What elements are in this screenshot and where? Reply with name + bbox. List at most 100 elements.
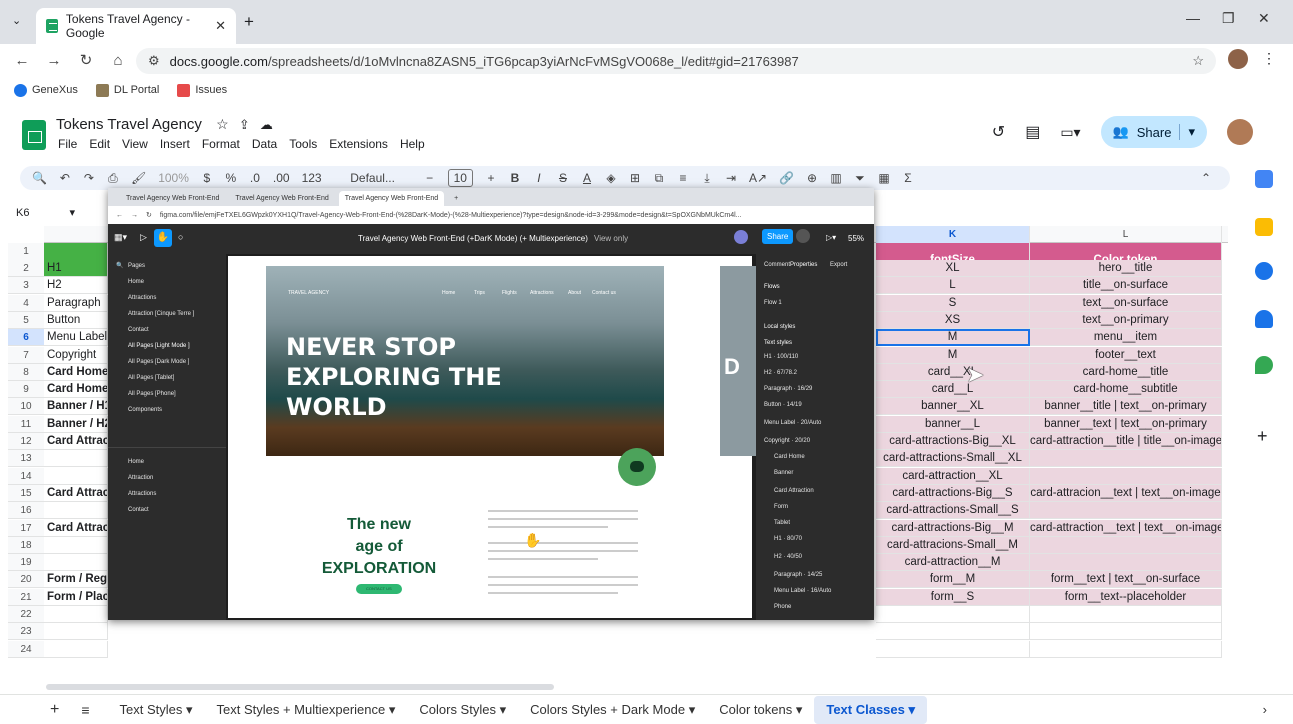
collapse-toolbar-icon[interactable]: ⌃ <box>1200 171 1212 185</box>
font-size-decrease-icon[interactable]: − <box>424 171 436 185</box>
figma-share-button[interactable]: Share <box>762 229 794 244</box>
figma-canvas[interactable]: TRAVEL AGENCY Home Trips Flights Attract… <box>226 254 756 620</box>
row-header[interactable]: 18 <box>8 537 44 554</box>
cell-font-size[interactable]: M <box>876 329 1030 346</box>
cell-color-token[interactable]: footer__text <box>1030 347 1222 364</box>
figma-back-icon[interactable]: ← <box>116 212 123 219</box>
page-item[interactable]: Home <box>128 279 144 285</box>
cell-a[interactable]: Form / Place <box>44 589 108 606</box>
row-header[interactable]: 8 <box>8 364 44 381</box>
cell-a[interactable] <box>44 537 108 554</box>
reload-icon[interactable]: ↻ <box>70 51 102 69</box>
cell-color-token[interactable]: card-attraction__text | text__on-image <box>1030 520 1222 537</box>
cell-color-token[interactable]: card-attracion__text | text__on-image <box>1030 485 1222 502</box>
font-select[interactable]: Defaul... <box>334 171 412 185</box>
layer-item[interactable]: Attraction <box>128 475 153 481</box>
filter-views-icon[interactable]: ▦ <box>878 171 890 185</box>
menu-tools[interactable]: Tools <box>289 137 317 151</box>
row-header[interactable]: 17 <box>8 520 44 537</box>
figma-avatar[interactable] <box>734 230 748 244</box>
font-size-increase-icon[interactable]: + <box>485 171 497 185</box>
menu-help[interactable]: Help <box>400 137 425 151</box>
cell-a[interactable]: Copyright <box>44 347 108 364</box>
cell-color-token[interactable]: banner__title | text__on-primary <box>1030 398 1222 415</box>
address-bar[interactable]: ⚙ docs.google.com/spreadsheets/d/1oMvlnc… <box>136 48 1216 74</box>
row-header[interactable]: 3 <box>8 277 44 294</box>
search-menus-icon[interactable]: 🔍 <box>32 171 47 185</box>
style-group[interactable]: Tablet <box>774 520 790 526</box>
calendar-icon[interactable] <box>1255 170 1273 188</box>
scroll-tabs-right-icon[interactable]: › <box>1263 702 1267 717</box>
row-header[interactable]: 14 <box>8 468 44 485</box>
star-icon[interactable]: ☆ <box>216 116 229 132</box>
cell-a[interactable]: Form / Regu <box>44 571 108 588</box>
print-icon[interactable]: ⎙ <box>107 171 119 186</box>
cell-font-size[interactable]: card-attractions-Small__S <box>876 502 1030 519</box>
text-color-icon[interactable]: A <box>581 171 593 185</box>
functions-icon[interactable]: Σ <box>902 171 914 185</box>
style-group[interactable]: Form <box>774 504 788 510</box>
close-window-icon[interactable]: ✕ <box>1258 10 1270 27</box>
figma-reload-icon[interactable]: ↻ <box>146 211 152 219</box>
cell-font-size[interactable]: card__XL <box>876 364 1030 381</box>
style-item[interactable]: Menu Label · 20/Auto <box>764 420 821 426</box>
figma-present-avatar[interactable] <box>796 229 810 243</box>
cell-font-size[interactable]: card-attraction__M <box>876 554 1030 571</box>
cell-font-size[interactable]: card-attractions-Big__S <box>876 485 1030 502</box>
style-item[interactable]: H1 · 100/110 <box>764 354 798 360</box>
page-item[interactable]: Attractions <box>128 295 156 301</box>
insert-link-icon[interactable]: 🔗 <box>779 171 794 185</box>
style-item[interactable]: H1 · 80/70 <box>774 536 802 542</box>
cell-a[interactable]: H2 <box>44 277 108 294</box>
column-header-k[interactable]: K <box>876 226 1030 243</box>
style-item[interactable]: Menu Label · 16/Auto <box>774 588 831 594</box>
cell-font-size[interactable]: XL <box>876 260 1030 277</box>
cell-font-size[interactable]: S <box>876 295 1030 312</box>
style-item[interactable]: H2 · 67/78.2 <box>764 370 797 376</box>
pages-search-icon[interactable]: 🔍 <box>116 262 123 269</box>
strikethrough-icon[interactable]: S <box>557 171 569 185</box>
cell-color-token[interactable] <box>1030 554 1222 571</box>
close-tab-icon[interactable]: ✕ <box>215 18 226 34</box>
move-tool-icon[interactable]: ▷ <box>140 232 147 243</box>
menu-view[interactable]: View <box>122 137 148 151</box>
sheet-tab-colors-dark-mode[interactable]: Colors Styles + Dark Mode ▾ <box>518 696 707 724</box>
hand-tool-icon[interactable]: ✋ <box>154 229 172 247</box>
account-avatar[interactable] <box>1227 119 1253 145</box>
row-header[interactable]: 6 <box>8 329 44 346</box>
redo-icon[interactable]: ↷ <box>83 171 95 185</box>
horizontal-scrollbar[interactable] <box>46 684 1226 692</box>
cell-a[interactable]: Card Home <box>44 381 108 398</box>
move-folder-icon[interactable]: ⇪ <box>239 117 250 132</box>
cell-color-token[interactable] <box>1030 623 1222 640</box>
cell-font-size[interactable]: card-attraction__XL <box>876 468 1030 485</box>
tab-comment[interactable]: Comment <box>764 262 790 268</box>
layer-item[interactable]: Home <box>128 459 144 465</box>
horizontal-align-icon[interactable]: ≡ <box>677 171 689 185</box>
paint-format-icon[interactable]: 🖌 <box>131 171 146 185</box>
get-addons-icon[interactable]: + <box>1257 426 1268 447</box>
tab-export[interactable]: Export <box>830 262 847 268</box>
page-item[interactable]: All Pages [Phone] <box>128 391 176 397</box>
maximize-icon[interactable]: ❐ <box>1222 10 1235 27</box>
row-header[interactable]: 5 <box>8 312 44 329</box>
cell-color-token[interactable]: card-home__title <box>1030 364 1222 381</box>
scroll-thumb[interactable] <box>46 684 554 690</box>
style-item[interactable]: Copyright · 20/20 <box>764 438 810 444</box>
forward-icon[interactable]: → <box>38 52 70 69</box>
share-dropdown-icon[interactable]: ▾ <box>1179 124 1195 140</box>
cell-a[interactable] <box>44 623 108 640</box>
artboard[interactable]: TRAVEL AGENCY Home Trips Flights Attract… <box>228 256 756 618</box>
cell-color-token[interactable] <box>1030 641 1222 658</box>
figma-window[interactable]: Travel Agency Web Front-End Travel Agenc… <box>108 188 874 620</box>
browser-tab[interactable]: Tokens Travel Agency - Google ✕ <box>36 8 236 44</box>
row-header[interactable]: 10 <box>8 398 44 415</box>
keep-icon[interactable] <box>1255 218 1273 236</box>
cell-font-size[interactable]: M <box>876 347 1030 364</box>
present-icon[interactable]: ▷▾ <box>826 233 836 242</box>
cell-a[interactable] <box>44 502 108 519</box>
text-rotation-icon[interactable]: A↗ <box>749 171 767 185</box>
bookmark-genexus[interactable]: GeneXus <box>14 83 78 97</box>
page-item-selected[interactable]: All Pages [Light Mode ] <box>128 343 190 349</box>
cell-a[interactable]: Button <box>44 312 108 329</box>
